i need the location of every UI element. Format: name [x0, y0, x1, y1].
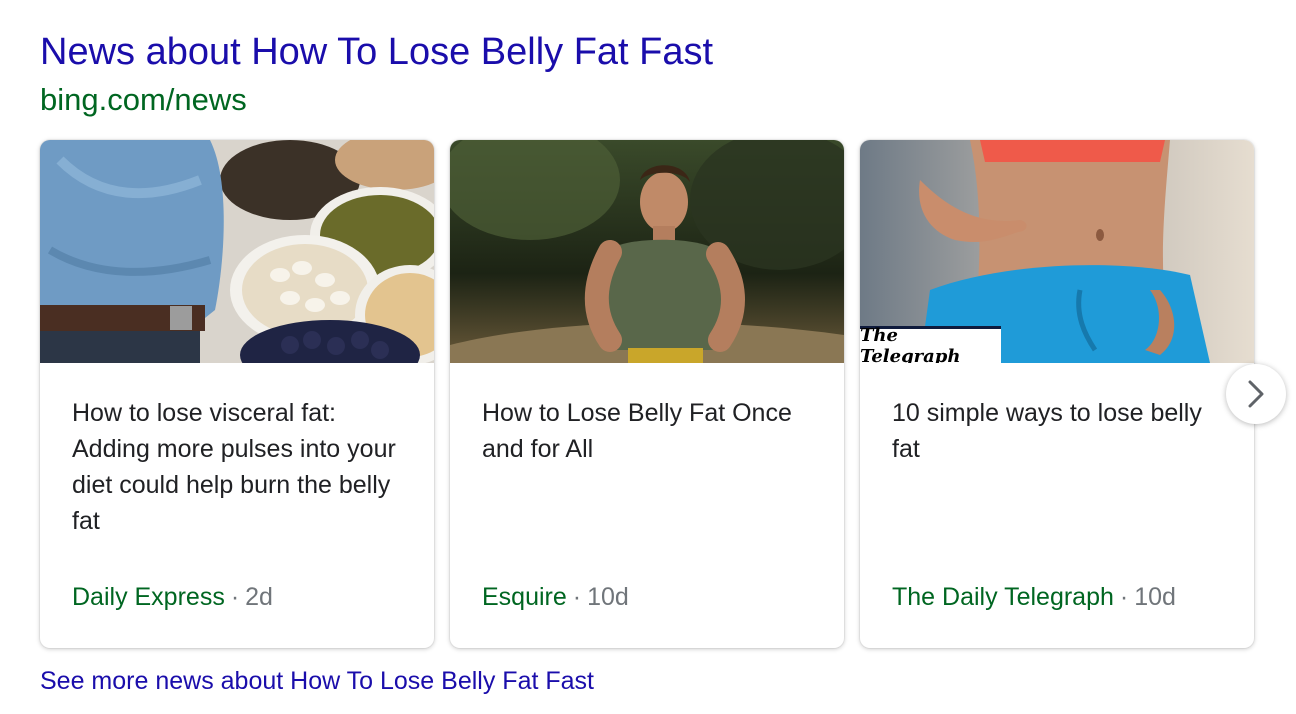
news-meta: Esquire · 10d — [482, 580, 629, 614]
news-card[interactable]: How to lose visceral fat: Adding more pu… — [40, 140, 434, 648]
news-source: Esquire — [482, 583, 567, 611]
news-source: Daily Express — [72, 583, 225, 611]
news-source: The Daily Telegraph — [892, 583, 1114, 611]
news-headline[interactable]: How to Lose Belly Fat Once and for All — [482, 395, 822, 467]
news-thumbnail-belly-and-pulses — [40, 140, 434, 363]
news-carousel: How to lose visceral fat: Adding more pu… — [40, 140, 1256, 648]
publisher-logo: The Telegraph — [860, 325, 1001, 363]
meta-separator: · — [572, 583, 582, 611]
news-meta: Daily Express · 2d — [72, 580, 273, 614]
news-thumbnail-man-running — [450, 140, 844, 363]
news-headline[interactable]: 10 simple ways to lose belly fat — [892, 395, 1232, 467]
news-section-title[interactable]: News about How To Lose Belly Fat Fast — [40, 28, 713, 76]
meta-separator: · — [230, 583, 240, 611]
news-card[interactable]: How to Lose Belly Fat Once and for All E… — [450, 140, 844, 648]
news-meta: The Daily Telegraph · 10d — [892, 580, 1176, 614]
see-more-news-link[interactable]: See more news about How To Lose Belly Fa… — [40, 664, 594, 698]
news-thumbnail-woman-midriff: The Telegraph — [860, 140, 1254, 363]
carousel-next-button[interactable] — [1226, 364, 1286, 424]
news-source-url: bing.com/news — [40, 82, 247, 117]
news-headline[interactable]: How to lose visceral fat: Adding more pu… — [72, 395, 412, 539]
news-age: 10d — [1134, 583, 1176, 611]
meta-separator: · — [1119, 583, 1129, 611]
chevron-right-icon — [1248, 380, 1264, 408]
news-card[interactable]: The Telegraph 10 simple ways to lose bel… — [860, 140, 1254, 648]
news-age: 10d — [587, 583, 629, 611]
news-age: 2d — [245, 583, 273, 611]
